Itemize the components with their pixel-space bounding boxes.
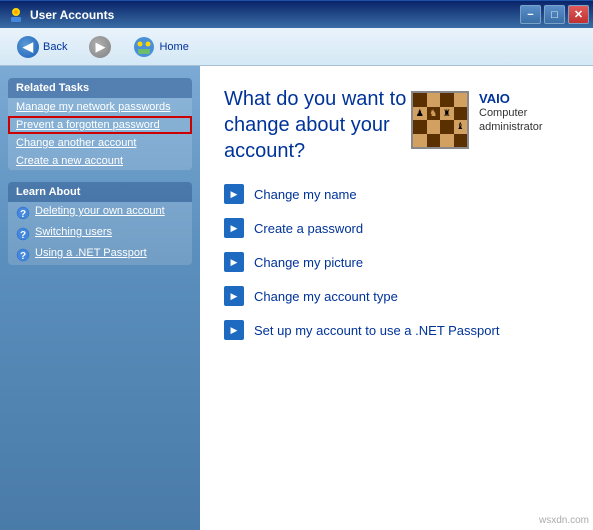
help-icon-1: ? (16, 206, 30, 220)
watermark: wsxdn.com (539, 515, 589, 526)
switching-users-link[interactable]: Switching users (35, 226, 112, 238)
minimize-button[interactable]: − (520, 5, 541, 24)
back-button[interactable]: ◀ Back (8, 32, 76, 62)
content-area: What do you want to change about your ac… (200, 66, 593, 530)
forward-arrow-icon: ▶ (89, 36, 111, 58)
home-icon (133, 36, 155, 58)
main-container: Related Tasks Manage my network password… (0, 66, 593, 530)
back-label: Back (43, 41, 67, 53)
svg-text:?: ? (20, 209, 26, 220)
action-net-passport[interactable]: Set up my account to use a .NET Passport (224, 320, 569, 340)
action-change-account-type[interactable]: Change my account type (224, 286, 569, 306)
back-arrow-icon: ◀ (17, 36, 39, 58)
content-title: What do you want to change about your ac… (224, 86, 411, 164)
window-title: User Accounts (30, 8, 114, 22)
title-buttons: − □ ✕ (520, 5, 589, 24)
action-change-name[interactable]: Change my name (224, 184, 569, 204)
svg-text:?: ? (20, 230, 26, 241)
learn-item-passport: ? Using a .NET Passport (8, 244, 192, 265)
app-icon (8, 7, 24, 23)
help-icon-2: ? (16, 227, 30, 241)
related-tasks-section: Related Tasks Manage my network password… (8, 78, 192, 170)
net-passport-link[interactable]: Using a .NET Passport (35, 247, 147, 259)
arrow-icon-3 (224, 252, 244, 272)
user-info: VAIO Computer administrator (479, 91, 569, 149)
sidebar: Related Tasks Manage my network password… (0, 66, 200, 530)
create-new-account-link[interactable]: Create a new account (8, 152, 192, 170)
home-button[interactable]: Home (124, 32, 197, 62)
learn-about-title: Learn About (8, 182, 192, 202)
action-label-change-name: Change my name (254, 187, 357, 202)
arrow-icon-2 (224, 218, 244, 238)
home-label: Home (159, 41, 188, 53)
svg-text:?: ? (20, 251, 26, 262)
deleting-account-link[interactable]: Deleting your own account (35, 205, 165, 217)
title-bar: User Accounts − □ ✕ (0, 0, 593, 28)
action-label-change-picture: Change my picture (254, 255, 363, 270)
forward-button[interactable]: ▶ (80, 32, 120, 62)
action-change-picture[interactable]: Change my picture (224, 252, 569, 272)
learn-item-deleting: ? Deleting your own account (8, 202, 192, 223)
learn-item-switching: ? Switching users (8, 223, 192, 244)
user-panel: ♟♞♜ ♝ VAIO Computer administrator (411, 91, 569, 149)
learn-about-section: Learn About ? Deleting your own account … (8, 182, 192, 265)
action-label-net-passport: Set up my account to use a .NET Passport (254, 323, 499, 338)
related-tasks-title: Related Tasks (8, 78, 192, 98)
action-create-password[interactable]: Create a password (224, 218, 569, 238)
arrow-icon-5 (224, 320, 244, 340)
user-avatar: ♟♞♜ ♝ (411, 91, 469, 149)
action-label-change-account-type: Change my account type (254, 289, 398, 304)
action-label-create-password: Create a password (254, 221, 363, 236)
help-icon-3: ? (16, 248, 30, 262)
change-another-account-link[interactable]: Change another account (8, 134, 192, 152)
arrow-icon-1 (224, 184, 244, 204)
close-button[interactable]: ✕ (568, 5, 589, 24)
toolbar: ◀ Back ▶ Home (0, 28, 593, 66)
maximize-button[interactable]: □ (544, 5, 565, 24)
arrow-icon-4 (224, 286, 244, 306)
manage-network-passwords-link[interactable]: Manage my network passwords (8, 98, 192, 116)
user-role: Computer administrator (479, 106, 569, 135)
prevent-forgotten-password-link[interactable]: Prevent a forgotten password (8, 116, 192, 134)
user-name: VAIO (479, 91, 569, 106)
